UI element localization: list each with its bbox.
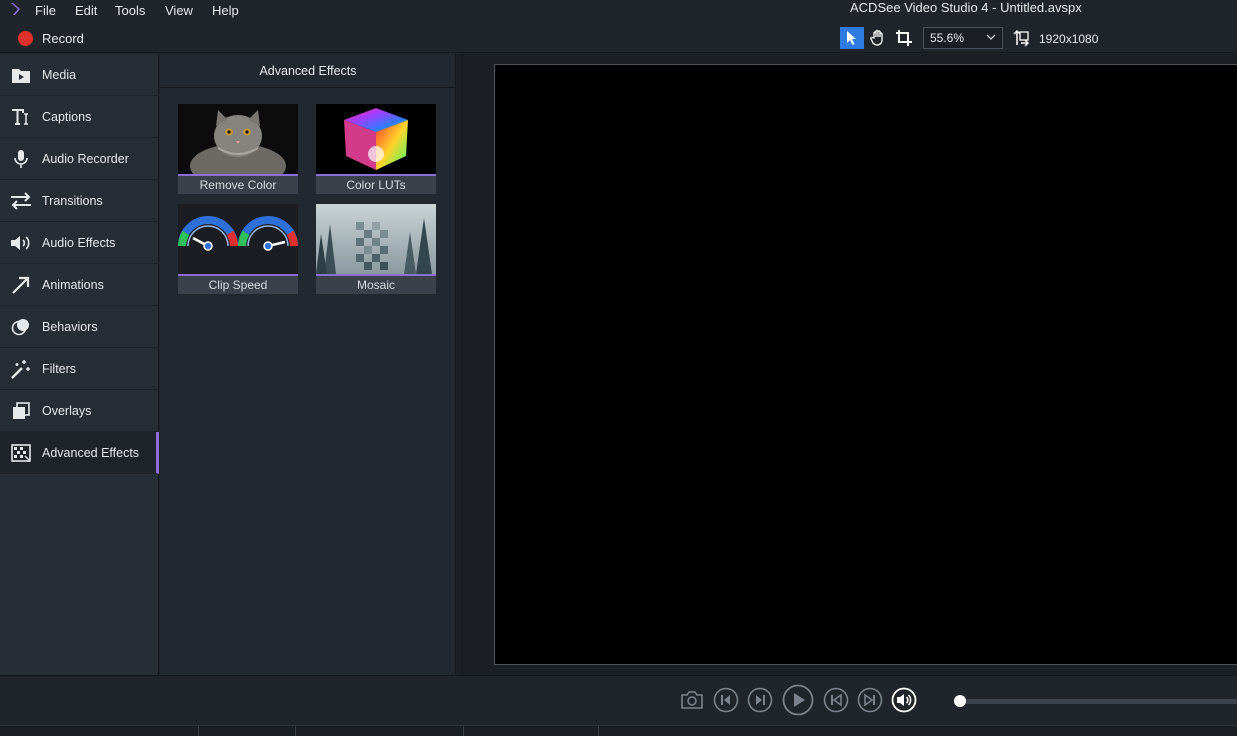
toolbar: Record 55.6% 1920x1080: [0, 22, 1237, 53]
next-frame-button[interactable]: [746, 686, 774, 714]
sidebar-item-animations[interactable]: Animations: [0, 264, 159, 306]
panel-title: Advanced Effects: [160, 54, 456, 88]
step-forward-icon: [747, 687, 773, 713]
menu-bar: File Edit Tools View Help ACDSee Video S…: [0, 0, 1237, 22]
menu-edit[interactable]: Edit: [75, 3, 97, 18]
speedometer-thumbnail: [178, 204, 298, 274]
effects-panel: Advanced Effects Remove Color Color LUTs…: [160, 54, 456, 675]
step-back-icon: [713, 687, 739, 713]
resolution-icon[interactable]: [1012, 29, 1030, 47]
seek-track[interactable]: [960, 699, 1237, 704]
strip-divider: [295, 726, 296, 736]
sidebar-item-behaviors[interactable]: Behaviors: [0, 306, 159, 348]
effect-tile-clip-speed[interactable]: Clip Speed: [178, 204, 298, 294]
sidebar: Media Captions Audio Recorder Transition…: [0, 54, 159, 675]
record-button[interactable]: Record: [18, 30, 84, 46]
record-icon: [18, 30, 33, 46]
effect-label: Remove Color: [178, 176, 298, 194]
menu-view[interactable]: View: [165, 3, 193, 18]
volume-icon: [891, 687, 917, 713]
playback-bar: [0, 675, 1237, 725]
effect-tile-mosaic[interactable]: Mosaic: [316, 204, 436, 294]
transition-arrows-icon: [10, 190, 32, 212]
sidebar-item-label: Overlays: [42, 403, 92, 418]
sidebar-item-label: Advanced Effects: [42, 445, 140, 460]
preview-area: [457, 54, 1237, 675]
sidebar-item-captions[interactable]: Captions: [0, 96, 159, 138]
effect-tile-remove-color[interactable]: Remove Color: [178, 104, 298, 194]
sidebar-item-label: Media: [42, 67, 77, 82]
timeline-header-strip: [0, 725, 1237, 736]
crop-icon: [896, 30, 912, 46]
sidebar-item-overlays[interactable]: Overlays: [0, 390, 159, 432]
menu-help[interactable]: Help: [212, 3, 239, 18]
resolution-label: 1920x1080: [1039, 32, 1099, 46]
zoom-select[interactable]: 55.6%: [923, 27, 1003, 49]
go-to-end-button[interactable]: [856, 686, 884, 714]
strip-divider: [198, 726, 199, 736]
arrow-icon: [10, 274, 32, 296]
sidebar-item-media[interactable]: Media: [0, 54, 159, 96]
sidebar-item-label: Transitions: [42, 193, 103, 208]
seek-handle[interactable]: [954, 695, 966, 707]
go-to-start-button[interactable]: [822, 686, 850, 714]
play-button[interactable]: [782, 684, 814, 716]
behaviors-icon: [10, 316, 32, 338]
effect-label: Color LUTs: [316, 176, 436, 194]
volume-button[interactable]: [890, 686, 918, 714]
play-icon: [782, 684, 814, 716]
caption-text-icon: [10, 106, 32, 128]
sidebar-item-label: Animations: [42, 277, 104, 292]
sidebar-item-label: Audio Effects: [42, 235, 116, 250]
menu-file[interactable]: File: [35, 3, 56, 18]
magic-wand-icon: [10, 358, 32, 380]
sidebar-item-advanced-effects[interactable]: Advanced Effects: [0, 432, 159, 474]
media-folder-icon: [10, 64, 32, 86]
chevron-down-icon: [986, 34, 996, 40]
strip-divider: [463, 726, 464, 736]
sidebar-item-transitions[interactable]: Transitions: [0, 180, 159, 222]
skip-start-icon: [823, 687, 849, 713]
video-canvas[interactable]: [494, 64, 1237, 665]
crop-tool-button[interactable]: [892, 27, 916, 49]
window-title: ACDSee Video Studio 4 - Untitled.avspx: [850, 0, 1082, 15]
sidebar-item-label: Filters: [42, 361, 77, 376]
snapshot-button[interactable]: [678, 686, 706, 714]
record-label: Record: [42, 30, 84, 46]
cat-thumbnail: [178, 104, 298, 174]
advanced-effects-icon: [10, 442, 32, 464]
app-logo-icon: [11, 3, 20, 15]
select-icon: [847, 31, 856, 45]
pan-hand-icon: [870, 29, 883, 46]
effect-label: Clip Speed: [178, 276, 298, 294]
microphone-icon: [10, 148, 32, 170]
effect-label: Mosaic: [316, 276, 436, 294]
skip-end-icon: [857, 687, 883, 713]
camera-icon: [681, 691, 703, 709]
pan-tool-button[interactable]: [866, 27, 890, 49]
speaker-icon: [10, 232, 32, 254]
overlay-icon: [10, 400, 32, 422]
effect-tile-color-luts[interactable]: Color LUTs: [316, 104, 436, 194]
color-cube-thumbnail: [316, 104, 436, 174]
sidebar-item-audio-recorder[interactable]: Audio Recorder: [0, 138, 159, 180]
sidebar-item-label: Captions: [42, 109, 92, 124]
sidebar-item-filters[interactable]: Filters: [0, 348, 159, 390]
sidebar-item-label: Audio Recorder: [42, 151, 129, 166]
sidebar-item-audio-effects[interactable]: Audio Effects: [0, 222, 159, 264]
sidebar-item-label: Behaviors: [42, 319, 98, 334]
select-tool-button[interactable]: [840, 27, 864, 49]
menu-tools[interactable]: Tools: [115, 3, 145, 18]
previous-frame-button[interactable]: [712, 686, 740, 714]
zoom-value: 55.6%: [930, 31, 965, 45]
strip-divider: [598, 726, 599, 736]
forest-mosaic-thumbnail: [316, 204, 436, 274]
